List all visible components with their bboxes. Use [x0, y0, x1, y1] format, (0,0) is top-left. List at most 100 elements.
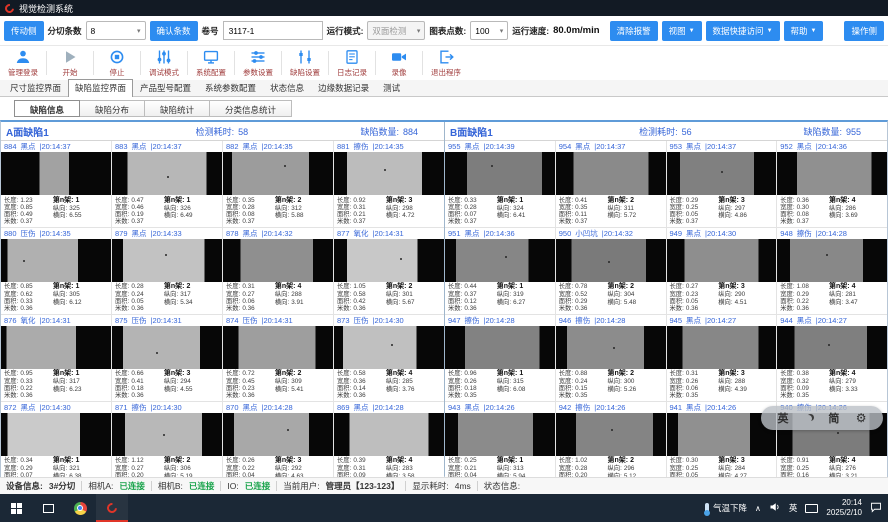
- night-mode-icon[interactable]: [805, 415, 812, 422]
- defect-card[interactable]: 881 擦伤 |20:14:35 长度:0.92 宽度:0.31 面积:0.21…: [334, 141, 444, 227]
- roll-number-input[interactable]: 3117-1: [223, 21, 323, 40]
- browser-taskbar-button[interactable]: [64, 494, 96, 522]
- defect-time: |20:14:36: [484, 229, 515, 238]
- main-tab-3[interactable]: 产品型号配置: [133, 79, 198, 96]
- chart-points-select[interactable]: 100 ▾: [470, 21, 508, 40]
- defect-card[interactable]: 948 擦伤 |20:14:28 长度:1.08 宽度:0.29 面积:0.22…: [777, 228, 887, 314]
- defect-card[interactable]: 950 小凹坑 |20:14:32 长度:0.78 宽度:0.52 面积:0.2…: [556, 228, 666, 314]
- defect-measures: 长度:0.27 宽度:0.23 面积:0.05 米数:0.36: [670, 283, 719, 312]
- run-mode-select[interactable]: 双面检测 ▾: [367, 21, 425, 40]
- transverse-label: 横向:: [829, 386, 843, 393]
- main-tab-5[interactable]: 状态信息: [263, 79, 311, 96]
- defect-card[interactable]: 952 黑点 |20:14:36 长度:0.36 宽度:0.30 面积:0.08…: [777, 141, 887, 227]
- sub-tab-2[interactable]: 缺陷分布: [79, 100, 145, 117]
- defect-card[interactable]: 873 压伤 |20:14:30 长度:0.58 宽度:0.36 面积:0.14…: [334, 315, 444, 401]
- action-user[interactable]: 管理登录: [3, 49, 43, 78]
- defect-card[interactable]: 870 黑点 |20:14:28 长度:0.26 宽度:0.22 面积:0.04…: [223, 402, 333, 488]
- action-debug[interactable]: 调试模式: [144, 49, 184, 78]
- view-menu-label: 视图: [669, 25, 686, 37]
- defect-card[interactable]: 871 擦伤 |20:14:30 长度:1.12 宽度:0.27 面积:0.20…: [112, 402, 222, 488]
- main-tab-2[interactable]: 缺陷监控界面: [68, 79, 133, 97]
- view-menu-button[interactable]: 视图 ▼: [662, 21, 702, 41]
- action-stop[interactable]: 停止: [97, 49, 137, 78]
- transverse-value: 3.76: [402, 386, 414, 393]
- slit-count-select[interactable]: 8 ▾: [86, 21, 146, 40]
- rack-label: 第n架:: [386, 283, 407, 290]
- defect-card[interactable]: 878 黑点 |20:14:32 长度:0.31 宽度:0.27 面积:0.06…: [223, 228, 333, 314]
- action-center-button[interactable]: [870, 501, 882, 515]
- main-tab-7[interactable]: 测试: [376, 79, 407, 96]
- action-exit[interactable]: 退出程序: [426, 49, 466, 78]
- meter-value: 0.37: [353, 218, 365, 225]
- action-params[interactable]: 参数设置: [238, 49, 278, 78]
- transverse-value: 5.67: [402, 299, 414, 306]
- defect-card[interactable]: 882 黑点 |20:14:35 长度:0.35 宽度:0.28 面积:0.08…: [223, 141, 333, 227]
- weather-widget[interactable]: 气温下降: [705, 502, 747, 514]
- defect-card[interactable]: 880 压伤 |20:14:35 长度:0.85 宽度:0.62 面积:0.33…: [1, 228, 111, 314]
- help-menu-button[interactable]: 帮助 ▼: [784, 21, 824, 41]
- defect-card[interactable]: 942 擦伤 |20:14:26 长度:1.02 宽度:0.28 面积:0.20…: [556, 402, 666, 488]
- defect-card[interactable]: 875 压伤 |20:14:31 长度:0.66 宽度:0.41 面积:0.18…: [112, 315, 222, 401]
- defect-card[interactable]: 953 黑点 |20:14:37 长度:0.29 宽度:0.25 面积:0.05…: [667, 141, 777, 227]
- defect-card[interactable]: 955 黑点 |20:14:39 长度:0.33 宽度:0.28 面积:0.07…: [445, 141, 555, 227]
- panel-title[interactable]: A面缺陷1: [1, 124, 196, 139]
- sub-tab-3[interactable]: 缺陷统计: [144, 100, 210, 117]
- defect-card[interactable]: 941 黑点 |20:14:26 长度:0.30 宽度:0.25 面积:0.05…: [667, 402, 777, 488]
- clear-alarm-button[interactable]: 清除报警: [610, 21, 658, 41]
- action-defect-settings[interactable]: 缺陷设置: [285, 49, 325, 78]
- defect-card[interactable]: 879 黑点 |20:14:33 长度:0.28 宽度:0.24 面积:0.05…: [112, 228, 222, 314]
- chevron-down-icon: ▼: [767, 28, 773, 34]
- defect-time: |20:14:31: [262, 316, 293, 325]
- defect-card[interactable]: 884 黑点 |20:14:37 长度:1.23 宽度:0.85 面积:0.49…: [1, 141, 111, 227]
- operator-side-button[interactable]: 操作侧: [844, 21, 884, 41]
- defect-card[interactable]: 954 黑点 |20:14:37 长度:0.41 宽度:0.35 面积:0.11…: [556, 141, 666, 227]
- action-log[interactable]: 日志记录: [332, 49, 372, 78]
- width-label: 宽度:: [337, 204, 351, 211]
- confirm-count-button[interactable]: 确认条数: [150, 21, 198, 41]
- defect-card[interactable]: 943 黑点 |20:14:26 长度:0.25 宽度:0.21 面积:0.04…: [445, 402, 555, 488]
- clock[interactable]: 20:14 2025/2/10: [826, 498, 862, 518]
- defect-card[interactable]: 883 黑点 |20:14:37 长度:0.47 宽度:0.46 面积:0.19…: [112, 141, 222, 227]
- rack-label: 第n架:: [829, 457, 850, 464]
- action-play[interactable]: 开始: [50, 49, 90, 78]
- main-tab-4[interactable]: 系统参数配置: [198, 79, 263, 96]
- gear-icon[interactable]: ⚙: [856, 411, 867, 425]
- length-label: 长度:: [670, 370, 684, 377]
- action-monitor[interactable]: 系统配置: [191, 49, 231, 78]
- defect-card[interactable]: 877 氧化 |20:14:31 长度:1.05 宽度:0.58 面积:0.42…: [334, 228, 444, 314]
- lang-simplified[interactable]: 简: [828, 410, 839, 426]
- defect-card[interactable]: 869 黑点 |20:14:28 长度:0.39 宽度:0.31 面积:0.09…: [334, 402, 444, 488]
- defect-card[interactable]: 944 黑点 |20:14:27 长度:0.38 宽度:0.32 面积:0.09…: [777, 315, 887, 401]
- sub-tab-bar: 缺陷信息缺陷分布缺陷统计分类信息统计: [0, 97, 888, 120]
- tray-language[interactable]: 英: [789, 502, 798, 514]
- data-access-menu-button[interactable]: 数据快捷访问 ▼: [706, 21, 780, 41]
- sub-tab-1[interactable]: 缺陷信息: [14, 100, 80, 117]
- defect-card[interactable]: 876 氧化 |20:14:31 长度:0.95 宽度:0.33 面积:0.22…: [1, 315, 111, 401]
- defect-card[interactable]: 949 黑点 |20:14:30 长度:0.27 宽度:0.23 面积:0.05…: [667, 228, 777, 314]
- panel-title[interactable]: B面缺陷1: [445, 124, 639, 139]
- defect-card[interactable]: 945 黑点 |20:14:27 长度:0.31 宽度:0.26 面积:0.06…: [667, 315, 777, 401]
- volume-button[interactable]: [769, 501, 781, 515]
- area-label: 面积:: [780, 385, 794, 392]
- tray-expand-button[interactable]: ∧: [755, 504, 761, 513]
- divider: [46, 51, 47, 75]
- drive-side-button[interactable]: 传动侧: [4, 21, 44, 41]
- app-taskbar-button[interactable]: [96, 494, 128, 522]
- defect-card[interactable]: 874 压伤 |20:14:31 长度:0.72 宽度:0.45 面积:0.23…: [223, 315, 333, 401]
- defect-card[interactable]: 951 黑点 |20:14:36 长度:0.44 宽度:0.37 面积:0.12…: [445, 228, 555, 314]
- defect-card[interactable]: 947 擦伤 |20:14:28 长度:0.96 宽度:0.26 面积:0.18…: [445, 315, 555, 401]
- defect-card[interactable]: 872 黑点 |20:14:30 长度:0.34 宽度:0.29 面积:0.07…: [1, 402, 111, 488]
- rack-label: 第n架:: [608, 283, 629, 290]
- lang-english[interactable]: 英: [777, 410, 788, 426]
- start-button[interactable]: [0, 494, 32, 522]
- keyboard-icon[interactable]: [805, 504, 818, 513]
- main-tab-6[interactable]: 边缘数据记录: [311, 79, 376, 96]
- defect-card[interactable]: 946 擦伤 |20:14:28 长度:0.88 宽度:0.24 面积:0.15…: [556, 315, 666, 401]
- main-tab-1[interactable]: 尺寸监控界面: [3, 79, 68, 96]
- defect-type: 黑点: [132, 141, 147, 152]
- area-label: 面积:: [4, 211, 18, 218]
- sub-tab-4[interactable]: 分类信息统计: [209, 100, 292, 117]
- task-view-button[interactable]: [32, 494, 64, 522]
- action-camera[interactable]: 录像: [379, 49, 419, 78]
- defect-image: [1, 239, 111, 282]
